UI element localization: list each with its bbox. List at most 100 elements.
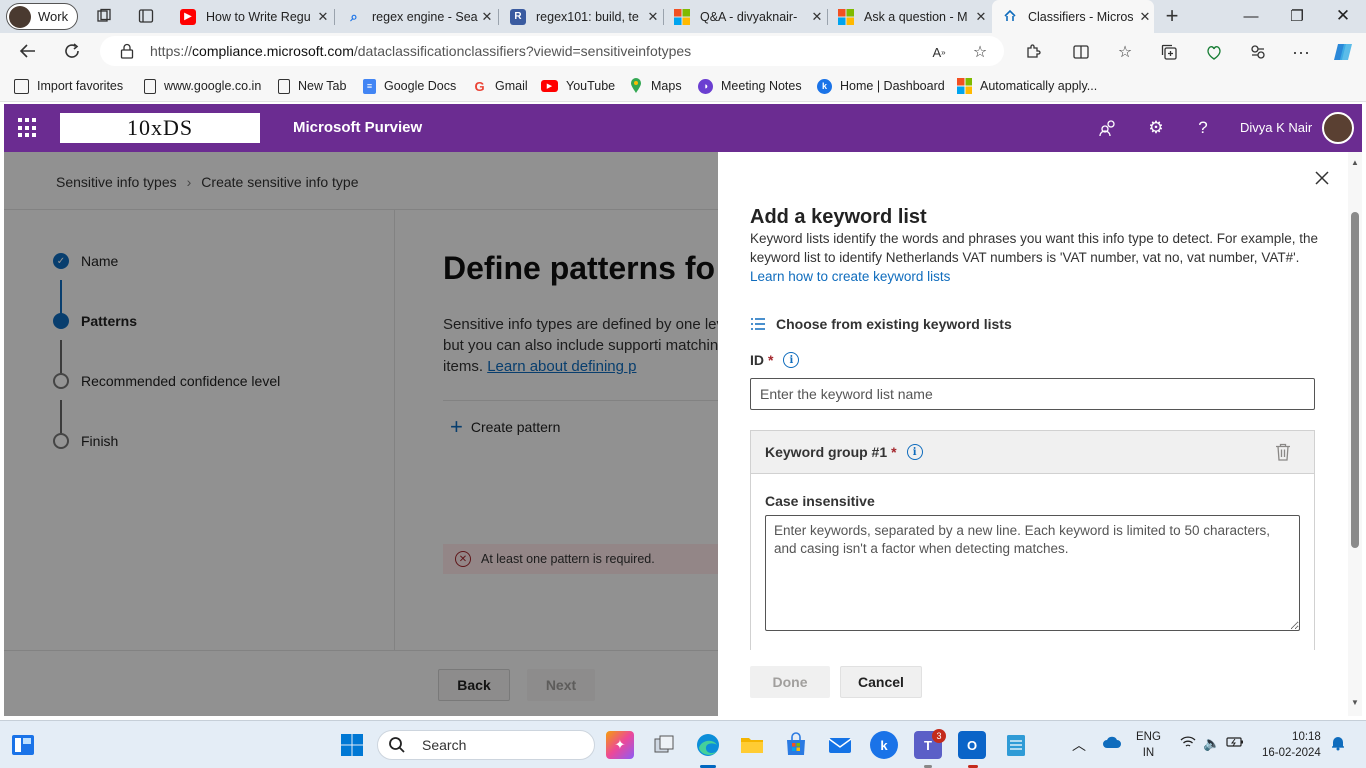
choose-existing-keyword-lists-button[interactable]: Choose from existing keyword lists <box>750 316 1012 332</box>
tab-qa[interactable]: Q&A - divyaknair- ✕ <box>664 3 826 30</box>
company-logo[interactable]: 10xDS <box>60 113 260 143</box>
copilot-icon[interactable] <box>1332 41 1354 63</box>
task-view-icon[interactable] <box>650 731 678 759</box>
k-app-icon[interactable]: k <box>870 731 898 759</box>
microsoft-icon <box>674 8 690 25</box>
page-scrollbar[interactable]: ▲ ▼ <box>1348 152 1362 716</box>
delete-trash-icon[interactable] <box>1275 443 1291 461</box>
system-clock[interactable]: 10:18 16-02-2024 <box>1262 729 1321 761</box>
done-button[interactable]: Done <box>750 666 830 698</box>
address-bar[interactable]: https://compliance.microsoft.com/datacla… <box>100 36 1004 66</box>
tab-title: regex101: build, te <box>536 9 639 24</box>
split-screen-icon[interactable] <box>1070 41 1092 63</box>
volume-icon[interactable]: 🔈 <box>1203 735 1220 752</box>
favorite-new-tab[interactable]: New Tab <box>278 77 346 95</box>
favorite-dashboard[interactable]: k Home | Dashboard <box>817 77 945 95</box>
notepad-icon[interactable] <box>1002 731 1030 759</box>
outlook-icon[interactable]: O <box>958 731 986 759</box>
case-insensitive-label: Case insensitive <box>765 493 875 509</box>
taskbar-search[interactable]: Search <box>377 730 595 760</box>
cancel-button[interactable]: Cancel <box>840 666 922 698</box>
app-header: 10xDS Microsoft Purview ⚙ ? Divya K Nair <box>4 104 1362 152</box>
scroll-up-icon[interactable]: ▲ <box>1350 158 1360 167</box>
favorite-import[interactable]: Import favorites <box>14 77 123 95</box>
scrollbar-thumb[interactable] <box>1351 212 1359 548</box>
notifications-bell-icon[interactable] <box>1330 735 1346 754</box>
microsoft-icon <box>838 8 854 25</box>
tab-close-icon[interactable]: ✕ <box>478 9 496 25</box>
keywords-textarea[interactable] <box>765 515 1300 631</box>
tab-classifiers[interactable]: Classifiers - Micros ✕ <box>992 0 1154 33</box>
tab-close-icon[interactable]: ✕ <box>972 9 990 25</box>
tab-close-icon[interactable]: ✕ <box>808 9 826 25</box>
lock-icon <box>120 43 134 59</box>
help-icon[interactable]: ? <box>1192 117 1214 139</box>
community-icon[interactable] <box>1097 117 1119 139</box>
new-tab-icon[interactable]: + <box>1162 3 1182 28</box>
favorites-icon[interactable]: ☆ <box>1114 41 1136 63</box>
input-language[interactable]: ENG IN <box>1136 729 1161 761</box>
info-icon[interactable]: i <box>906 444 923 460</box>
restore-icon[interactable]: ❐ <box>1274 0 1320 32</box>
read-aloud-icon[interactable]: A» <box>928 41 950 63</box>
scroll-down-icon[interactable]: ▼ <box>1350 698 1360 707</box>
file-explorer-icon[interactable] <box>738 731 766 759</box>
show-hidden-icons-icon[interactable]: ︿ <box>1072 735 1086 755</box>
app-name[interactable]: Microsoft Purview <box>293 119 422 136</box>
widgets-icon[interactable] <box>9 731 37 759</box>
copilot-pre-icon[interactable]: ✦ <box>606 731 634 759</box>
back-arrow-icon[interactable] <box>16 39 40 63</box>
favorite-label: YouTube <box>566 79 616 93</box>
settings-gear-icon[interactable]: ⚙ <box>1145 117 1167 139</box>
onedrive-cloud-icon[interactable] <box>1102 735 1122 752</box>
tab-regex-search[interactable]: ⌕ regex engine - Sea ✕ <box>336 3 496 30</box>
info-icon[interactable]: i <box>783 352 800 368</box>
bing-search-icon: ⌕ <box>350 8 358 24</box>
docs-icon: ≡ <box>363 78 376 94</box>
tab-close-icon[interactable]: ✕ <box>644 9 662 25</box>
favorite-maps[interactable]: Maps <box>628 77 682 95</box>
performance-icon[interactable] <box>1247 41 1269 63</box>
user-name[interactable]: Divya K Nair <box>1240 120 1312 135</box>
battery-icon[interactable] <box>1226 735 1244 751</box>
tab-regex101[interactable]: R regex101: build, te ✕ <box>500 3 662 30</box>
tab-ask-question[interactable]: Ask a question - M ✕ <box>828 3 990 30</box>
extensions-icon[interactable] <box>1022 41 1044 63</box>
close-panel-icon[interactable] <box>1312 168 1332 188</box>
microsoft-store-icon[interactable] <box>782 731 810 759</box>
favorite-automatically-apply[interactable]: Automatically apply... <box>957 77 1097 95</box>
minimize-icon[interactable]: — <box>1228 0 1274 32</box>
profile-button[interactable]: Work <box>6 3 78 30</box>
app-launcher-icon[interactable] <box>18 118 38 138</box>
favorite-gmail[interactable]: G Gmail <box>472 77 528 95</box>
window-close-icon[interactable]: ✕ <box>1320 0 1366 32</box>
panel-footer: Done Cancel <box>718 650 1348 716</box>
favorite-google-docs[interactable]: ≡ Google Docs <box>363 77 456 95</box>
tab-youtube[interactable]: ▶ How to Write Regu ✕ <box>170 3 332 30</box>
user-avatar[interactable] <box>1322 112 1354 144</box>
youtube-icon: ▶ <box>180 8 196 25</box>
keyword-list-id-input[interactable] <box>750 378 1315 410</box>
collections-icon[interactable] <box>1158 41 1180 63</box>
browser-essentials-icon[interactable] <box>1203 41 1225 63</box>
learn-keyword-lists-link[interactable]: Learn how to create keyword lists <box>750 269 950 284</box>
workspaces-icon[interactable] <box>94 6 114 26</box>
tab-close-icon[interactable]: ✕ <box>314 9 332 25</box>
keyword-group-label: Keyword group #1 <box>765 444 888 460</box>
favorite-label: Gmail <box>495 79 528 93</box>
wifi-icon[interactable] <box>1180 735 1196 752</box>
mail-icon[interactable] <box>826 731 854 759</box>
favorite-meeting-notes[interactable]: ◑ Meeting Notes <box>698 77 802 95</box>
favorite-star-icon[interactable]: ☆ <box>969 41 991 63</box>
modal-overlay[interactable] <box>4 152 718 716</box>
more-options-icon[interactable]: ··· <box>1290 41 1312 63</box>
refresh-icon[interactable] <box>60 39 84 63</box>
tab-close-icon[interactable]: ✕ <box>1136 9 1154 25</box>
profile-label: Work <box>38 9 69 24</box>
favorite-google[interactable]: www.google.co.in <box>144 77 261 95</box>
tab-title: Q&A - divyaknair- <box>700 9 798 24</box>
vertical-tabs-icon[interactable] <box>136 6 156 26</box>
favorite-youtube[interactable]: ▶ YouTube <box>541 77 615 95</box>
windows-start-icon[interactable] <box>338 731 366 759</box>
edge-browser-icon[interactable] <box>694 731 722 759</box>
